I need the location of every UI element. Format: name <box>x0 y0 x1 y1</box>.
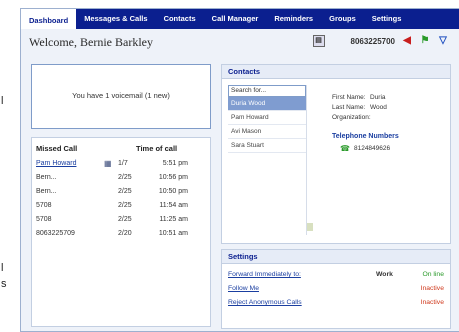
filter-icon[interactable]: ▽ <box>437 35 449 47</box>
call-time: 10:51 am <box>158 230 188 237</box>
phone-number: 8063225700 <box>350 36 396 46</box>
call-date: 1/7 <box>118 160 128 167</box>
caller-name[interactable]: Pam Howard <box>36 157 104 171</box>
flag-icon[interactable]: ⚑ <box>419 35 431 47</box>
detail-row: First Name: Duria <box>332 93 450 103</box>
first-name-label: First Name: <box>332 94 366 101</box>
caller-name: 8063225709 <box>36 230 75 237</box>
missed-call-column-header: Missed Call <box>36 144 78 153</box>
contact-card-icon: ▦ <box>104 159 112 168</box>
setting-label[interactable]: Reject Anonymous Calls <box>228 296 376 310</box>
setting-value: Work <box>376 271 393 278</box>
setting-value <box>376 296 410 310</box>
call-time: 11:54 am <box>159 202 188 209</box>
status-badge[interactable]: Inactive <box>410 282 444 296</box>
tab-reminders[interactable]: Reminders <box>266 9 321 29</box>
tab-groups[interactable]: Groups <box>321 9 364 29</box>
phone-icon: ☎ <box>340 144 350 153</box>
telephone-row[interactable]: ☎ 8124849626 <box>332 144 450 153</box>
missed-call-row[interactable]: Pam Howard ▦ 1/7 5:51 pm <box>32 157 210 171</box>
call-date: 2/25 <box>118 202 132 209</box>
call-time: 5:51 pm <box>162 160 188 167</box>
tab-messages-calls[interactable]: Messages & Calls <box>76 9 155 29</box>
welcome-title: Welcome, Bernie Barkley <box>29 35 153 49</box>
tab-contacts[interactable]: Contacts <box>156 9 204 29</box>
call-date: 2/25 <box>118 216 132 223</box>
call-time: 11:25 am <box>159 216 188 223</box>
time-of-call-column-header: Time of call <box>136 144 178 153</box>
contact-details: First Name: Duria Last Name: Wood Organi… <box>332 93 450 153</box>
missed-call-row[interactable]: Bern... 2/25 10:56 pm <box>32 171 210 185</box>
telephone-numbers-title: Telephone Numbers <box>332 133 399 140</box>
status-badge[interactable]: Inactive <box>410 296 444 310</box>
tab-dashboard[interactable]: Dashboard <box>21 9 77 29</box>
contact-list-scrollbar[interactable] <box>306 85 313 235</box>
contact-list-item[interactable]: Pam Howard <box>228 111 306 125</box>
missed-call-row[interactable]: 5708 2/25 11:25 am <box>32 213 210 227</box>
screenshot-frame: l l s Dashboard Messages & Calls Contact… <box>0 0 459 332</box>
missed-call-row[interactable]: 5708 2/25 11:54 am <box>32 199 210 213</box>
scroll-thumb[interactable] <box>307 223 313 231</box>
settings-panel: Settings Forward Immediately to: Work On… <box>221 249 451 329</box>
contact-list-item[interactable]: Duria Wood <box>228 97 306 111</box>
app-window: Dashboard Messages & Calls Contacts Call… <box>20 8 459 332</box>
caller-name: 5708 <box>36 216 52 223</box>
setting-label[interactable]: Follow Me <box>228 282 376 296</box>
settings-row[interactable]: Follow Me Inactive <box>222 282 450 296</box>
caller-name: 5708 <box>36 202 52 209</box>
call-date: 2/20 <box>118 230 132 237</box>
missed-call-row[interactable]: Bern... 2/25 10:50 pm <box>32 185 210 199</box>
call-time: 10:50 pm <box>158 188 188 195</box>
voicemail-message[interactable]: You have 1 voicemail (1 new) <box>32 91 210 100</box>
document-icon[interactable]: ▤ <box>312 35 325 47</box>
settings-title: Settings <box>222 250 450 264</box>
call-date: 2/25 <box>118 174 132 181</box>
voicemail-panel: You have 1 voicemail (1 new) <box>31 64 211 129</box>
detail-row: Last Name: Wood <box>332 103 450 113</box>
organization-label: Organization: <box>332 114 371 121</box>
edge-char: s <box>1 278 7 290</box>
speaker-icon[interactable]: ◀ <box>401 35 413 47</box>
contact-list-item[interactable]: Avi Mason <box>228 125 306 139</box>
call-date: 2/25 <box>118 188 132 195</box>
first-name-value: Duria <box>370 94 386 101</box>
edge-char: l <box>1 262 4 274</box>
contact-search-input[interactable]: Search for... <box>228 85 306 97</box>
missed-call-row[interactable]: 8063225709 2/20 10:51 am <box>32 227 210 241</box>
last-name-label: Last Name: <box>332 104 366 111</box>
last-name-value: Wood <box>370 104 387 111</box>
contact-list: Search for... Duria Wood Pam Howard Avi … <box>228 85 306 235</box>
setting-value <box>376 282 410 296</box>
status-badge[interactable]: On line <box>410 268 444 282</box>
contact-list-item[interactable]: Sara Stuart <box>228 139 306 153</box>
setting-label[interactable]: Forward Immediately to: <box>228 268 376 282</box>
settings-row[interactable]: Reject Anonymous Calls Inactive <box>222 296 450 310</box>
settings-row[interactable]: Forward Immediately to: Work On line <box>222 268 450 282</box>
call-time: 10:56 pm <box>158 174 188 181</box>
tab-call-manager[interactable]: Call Manager <box>204 9 267 29</box>
edge-char: l <box>1 95 4 107</box>
header-tools: ▤ 8063225700 ◀ ⚑ ▽ <box>312 35 450 47</box>
tab-settings[interactable]: Settings <box>364 9 410 29</box>
caller-name: Bern... <box>36 188 57 195</box>
telephone-number[interactable]: 8124849626 <box>354 145 390 152</box>
left-edge-strip: l l s <box>0 0 20 332</box>
top-nav: Dashboard Messages & Calls Contacts Call… <box>21 9 459 29</box>
detail-row: Organization: <box>332 113 450 123</box>
contacts-panel: Contacts Search for... Duria Wood Pam Ho… <box>221 64 451 244</box>
caller-name: Bern... <box>36 174 57 181</box>
contacts-title: Contacts <box>222 65 450 79</box>
missed-calls-panel: Missed Call Time of call Pam Howard ▦ 1/… <box>31 137 211 327</box>
missed-calls-header: Missed Call Time of call <box>32 138 210 157</box>
